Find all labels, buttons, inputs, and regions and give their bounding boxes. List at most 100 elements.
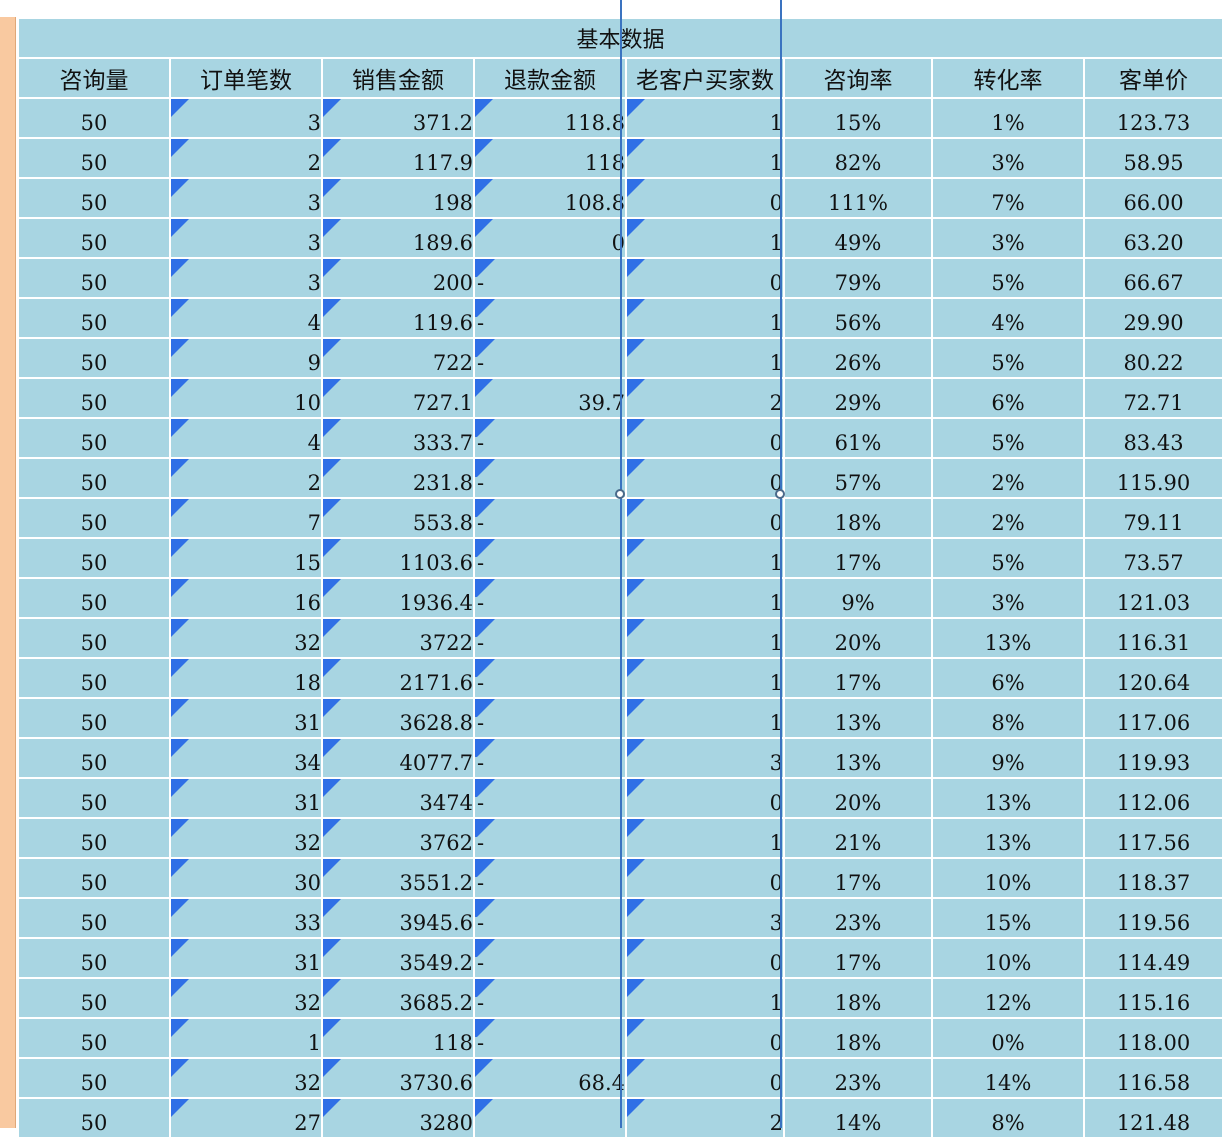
table-cell[interactable]: 50 — [17, 817, 171, 859]
table-cell[interactable]: 49% — [783, 217, 933, 259]
table-cell[interactable]: 18% — [783, 1017, 933, 1059]
table-cell[interactable]: 112.06 — [1082, 777, 1222, 819]
table-cell[interactable]: 9 — [169, 337, 323, 379]
table-cell[interactable]: 3 — [169, 177, 323, 219]
column-header[interactable]: 订单笔数 — [169, 57, 323, 99]
column-header[interactable]: 老客户买家数 — [625, 57, 785, 99]
table-cell[interactable]: 83.43 — [1082, 417, 1222, 459]
table-cell[interactable]: 13% — [931, 777, 1085, 819]
table-cell[interactable]: 0 — [625, 257, 785, 299]
table-cell[interactable]: 3 — [169, 257, 323, 299]
table-cell[interactable]: 50 — [17, 897, 171, 939]
table-cell[interactable]: 50 — [17, 217, 171, 259]
table-cell[interactable]: 27 — [169, 1097, 323, 1139]
column-header[interactable]: 咨询量 — [17, 57, 171, 99]
table-cell[interactable]: 82% — [783, 137, 933, 179]
table-cell[interactable]: 1936.4 — [321, 577, 475, 619]
table-cell[interactable]: 50 — [17, 177, 171, 219]
table-cell[interactable]: 0 — [625, 1017, 785, 1059]
table-cell[interactable]: 3945.6 — [321, 897, 475, 939]
table-cell[interactable]: - — [473, 897, 627, 939]
table-cell[interactable]: 50 — [17, 1017, 171, 1059]
table-cell[interactable]: 33 — [169, 897, 323, 939]
table-cell[interactable]: - — [473, 497, 627, 539]
table-cell[interactable]: 115.90 — [1082, 457, 1222, 499]
table-cell[interactable]: 23% — [783, 897, 933, 939]
table-cell[interactable]: 32 — [169, 1057, 323, 1099]
column-header[interactable]: 退款金额 — [473, 57, 627, 99]
table-cell[interactable]: 50 — [17, 777, 171, 819]
table-cell[interactable]: 17% — [783, 537, 933, 579]
table-cell[interactable]: 118 — [321, 1017, 475, 1059]
table-cell[interactable]: 58.95 — [1082, 137, 1222, 179]
table-cell[interactable]: 50 — [17, 617, 171, 659]
table-cell[interactable]: 198 — [321, 177, 475, 219]
table-cell[interactable]: 0 — [625, 177, 785, 219]
table-cell[interactable]: 4077.7 — [321, 737, 475, 779]
table-cell[interactable]: 3685.2 — [321, 977, 475, 1019]
table-cell[interactable]: 1 — [625, 217, 785, 259]
table-cell[interactable]: 121.48 — [1082, 1097, 1222, 1139]
resize-handle-left[interactable] — [615, 489, 625, 499]
table-cell[interactable]: 50 — [17, 417, 171, 459]
table-cell[interactable]: 8% — [931, 697, 1085, 739]
table-cell[interactable]: 15% — [783, 97, 933, 139]
table-cell[interactable]: 72.71 — [1082, 377, 1222, 419]
table-cell[interactable]: 20% — [783, 617, 933, 659]
table-cell[interactable]: 108.8 — [473, 177, 627, 219]
table-cell[interactable]: 3% — [931, 137, 1085, 179]
table-cell[interactable]: 116.58 — [1082, 1057, 1222, 1099]
table-cell[interactable]: 4 — [169, 297, 323, 339]
table-cell[interactable]: 50 — [17, 697, 171, 739]
table-cell[interactable]: 0 — [625, 1057, 785, 1099]
table-cell[interactable]: 117.06 — [1082, 697, 1222, 739]
table-cell[interactable]: 61% — [783, 417, 933, 459]
table-cell[interactable]: 5% — [931, 417, 1085, 459]
table-cell[interactable]: 50 — [17, 337, 171, 379]
table-cell[interactable]: 68.4 — [473, 1057, 627, 1099]
table-cell[interactable]: 17% — [783, 937, 933, 979]
table-cell[interactable]: 553.8 — [321, 497, 475, 539]
table-cell[interactable]: 15% — [931, 897, 1085, 939]
table-cell[interactable]: 5% — [931, 257, 1085, 299]
table-cell[interactable]: 2171.6 — [321, 657, 475, 699]
table-cell[interactable]: 1103.6 — [321, 537, 475, 579]
table-cell[interactable]: 30 — [169, 857, 323, 899]
table-cell[interactable]: 8% — [931, 1097, 1085, 1139]
table-cell[interactable]: 2% — [931, 497, 1085, 539]
table-cell[interactable]: 2 — [169, 137, 323, 179]
table-cell[interactable]: 26% — [783, 337, 933, 379]
table-cell[interactable]: - — [473, 617, 627, 659]
table-cell[interactable]: - — [473, 577, 627, 619]
column-selection-line-right[interactable] — [780, 0, 782, 1128]
column-header[interactable]: 咨询率 — [783, 57, 933, 99]
table-cell[interactable]: 20% — [783, 777, 933, 819]
table-cell[interactable]: 2 — [625, 377, 785, 419]
table-cell[interactable]: 4% — [931, 297, 1085, 339]
table-cell[interactable]: 117.9 — [321, 137, 475, 179]
table-cell[interactable]: 3280 — [321, 1097, 475, 1139]
table-cell[interactable]: 6% — [931, 657, 1085, 699]
table-cell[interactable]: 9% — [931, 737, 1085, 779]
table-cell[interactable]: 17% — [783, 857, 933, 899]
table-cell[interactable]: 9% — [783, 577, 933, 619]
table-cell[interactable]: 3551.2 — [321, 857, 475, 899]
table-cell[interactable]: 14% — [783, 1097, 933, 1139]
table-cell[interactable]: 50 — [17, 377, 171, 419]
table-cell[interactable]: 1 — [625, 97, 785, 139]
table-cell[interactable]: - — [473, 777, 627, 819]
table-cell[interactable]: 1 — [625, 137, 785, 179]
table-cell[interactable]: 3549.2 — [321, 937, 475, 979]
table-cell[interactable]: - — [473, 257, 627, 299]
table-cell[interactable]: 115.16 — [1082, 977, 1222, 1019]
table-cell[interactable]: - — [473, 657, 627, 699]
table-cell[interactable]: 6% — [931, 377, 1085, 419]
table-cell[interactable]: 1 — [169, 1017, 323, 1059]
table-cell[interactable]: 13% — [783, 737, 933, 779]
table-cell[interactable]: - — [473, 737, 627, 779]
table-cell[interactable]: 1 — [625, 577, 785, 619]
table-cell[interactable]: 10% — [931, 857, 1085, 899]
table-cell[interactable]: 13% — [783, 697, 933, 739]
table-cell[interactable]: 50 — [17, 137, 171, 179]
table-cell[interactable]: 3% — [931, 577, 1085, 619]
